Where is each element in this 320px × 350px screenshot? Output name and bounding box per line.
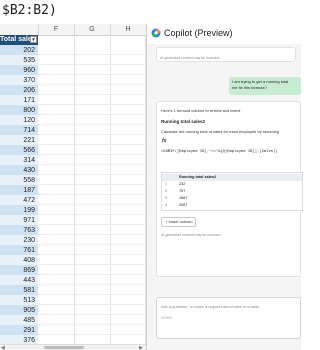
preview-table-header: Running total sales2	[162, 174, 302, 181]
row-index: 2	[165, 189, 168, 193]
column-header-h[interactable]: H	[110, 24, 146, 35]
formula-bar[interactable]: $B2:B2)	[0, 0, 300, 25]
ai-disclaimer: AI-generated content may be incorrect	[161, 233, 221, 237]
preview-table: Running total sales2 1 232 2 757 3 1687 …	[161, 172, 303, 211]
grid-line	[38, 54, 146, 55]
prompt-input[interactable]: Ask a question, or make a request about …	[156, 297, 301, 339]
grid-line	[38, 124, 146, 125]
preview-row: 3 1687	[162, 195, 302, 202]
column-header-e[interactable]	[0, 24, 39, 35]
grid-line	[38, 104, 146, 105]
horizontal-scrollbar[interactable]: ◀ ▶	[0, 344, 146, 350]
row-index: 3	[165, 196, 168, 200]
grid-line	[38, 134, 146, 135]
prompt-placeholder[interactable]: Ask a question, or make a request about …	[161, 304, 259, 309]
grid-line	[38, 164, 146, 165]
grid-line	[38, 194, 146, 195]
grid-line	[74, 35, 75, 345]
grid-line	[38, 254, 146, 255]
formula-text[interactable]: $B2:B2)	[2, 3, 57, 18]
grid-line	[110, 35, 111, 345]
previous-response-card: AI-generated content may be incorrect	[156, 47, 296, 62]
grid-line	[38, 144, 146, 145]
preview-row: 1 232	[162, 181, 302, 188]
formula-preview: =SUMIF([Employee ID],"<="&[@[Employee ID…	[161, 148, 278, 153]
grid-line	[38, 314, 146, 315]
column-header-g[interactable]: G	[74, 24, 111, 35]
copilot-chat[interactable]: AI-generated content may be incorrect I …	[147, 44, 303, 350]
grid-line	[38, 224, 146, 225]
grid-line	[38, 154, 146, 155]
copilot-header: Copilot (Preview)	[147, 24, 301, 44]
grid-line	[38, 244, 146, 245]
column-header-f[interactable]: F	[38, 24, 75, 35]
row-value: 1687	[179, 196, 188, 200]
character-counter: 0/2000	[161, 316, 172, 320]
grid-line	[38, 324, 146, 325]
response-intro: Here's 1 formula column to review and in…	[161, 108, 242, 113]
scrollbar-thumb[interactable]	[44, 346, 84, 349]
grid-line	[38, 204, 146, 205]
copilot-title: Copilot (Preview)	[164, 28, 233, 38]
grid-line	[38, 94, 146, 95]
copilot-pane: Copilot (Preview) AI-generated content m…	[146, 24, 303, 350]
grid-line	[38, 84, 146, 85]
row-index: 1	[165, 182, 168, 186]
ai-disclaimer: AI-generated content may be incorrect	[160, 56, 220, 60]
preview-row: 4 2067	[162, 202, 302, 209]
grid-line	[38, 334, 146, 335]
grid-line	[38, 274, 146, 275]
user-message: I am trying to get a running total me fi…	[229, 77, 301, 95]
grid-line	[38, 114, 146, 115]
scroll-left-icon[interactable]: ◀	[1, 345, 5, 350]
row-index: 4	[165, 203, 168, 207]
copilot-logo-icon	[151, 28, 161, 38]
filter-dropdown-icon[interactable]: ▾	[30, 36, 37, 43]
column-description: Calculate the running total of sales for…	[161, 129, 280, 134]
grid-line	[38, 74, 146, 75]
preview-header-label: Running total sales2	[179, 175, 217, 179]
grid-line	[38, 304, 146, 305]
user-message-line-2: me fix this formula?	[232, 85, 267, 90]
grid-line	[38, 184, 146, 185]
scroll-right-icon[interactable]: ▶	[139, 345, 143, 350]
row-value: 757	[179, 189, 186, 193]
insert-column-button[interactable]: + Insert column	[161, 217, 197, 227]
fx-icon: fx	[162, 138, 167, 144]
grid-line	[38, 214, 146, 215]
grid-line	[38, 294, 146, 295]
row-value: 2067	[179, 203, 188, 207]
grid-line	[38, 174, 146, 175]
preview-row: 2 757	[162, 188, 302, 195]
table-header-total-sales[interactable]: Total sales ▾	[0, 35, 38, 45]
insert-column-label: Insert column	[168, 219, 193, 224]
row-value: 232	[179, 182, 186, 186]
spreadsheet-grid[interactable]: F G H Total sales ▾ 202 535 960 370 206 171 80…	[0, 24, 146, 350]
grid-line	[38, 64, 146, 65]
grid-line	[38, 264, 146, 265]
column-name: Running total sales2	[161, 119, 206, 124]
grid-line	[38, 284, 146, 285]
copilot-response-card: Here's 1 formula column to review and in…	[156, 101, 303, 277]
grid-line	[38, 234, 146, 235]
